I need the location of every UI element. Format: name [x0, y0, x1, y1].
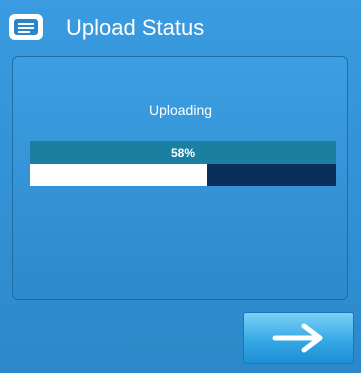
- header: Upload Status: [0, 0, 361, 56]
- progress-fill: [30, 164, 208, 186]
- progress-bar: [30, 164, 336, 186]
- menu-list-icon: [9, 14, 43, 40]
- upload-status-window: Upload Status Uploading 58%: [0, 0, 361, 373]
- menu-list-icon-line: [18, 31, 30, 33]
- next-button[interactable]: [243, 312, 354, 364]
- uploading-label: Uploading: [148, 102, 213, 118]
- menu-list-icon-inner: [14, 19, 38, 35]
- arrow-right-icon: [272, 323, 322, 353]
- page-title: Upload Status: [66, 15, 205, 40]
- percent-bar: 58%: [30, 141, 336, 164]
- menu-list-icon-line: [18, 23, 34, 25]
- menu-list-icon-line: [18, 27, 34, 29]
- percent-text: 58%: [170, 145, 196, 160]
